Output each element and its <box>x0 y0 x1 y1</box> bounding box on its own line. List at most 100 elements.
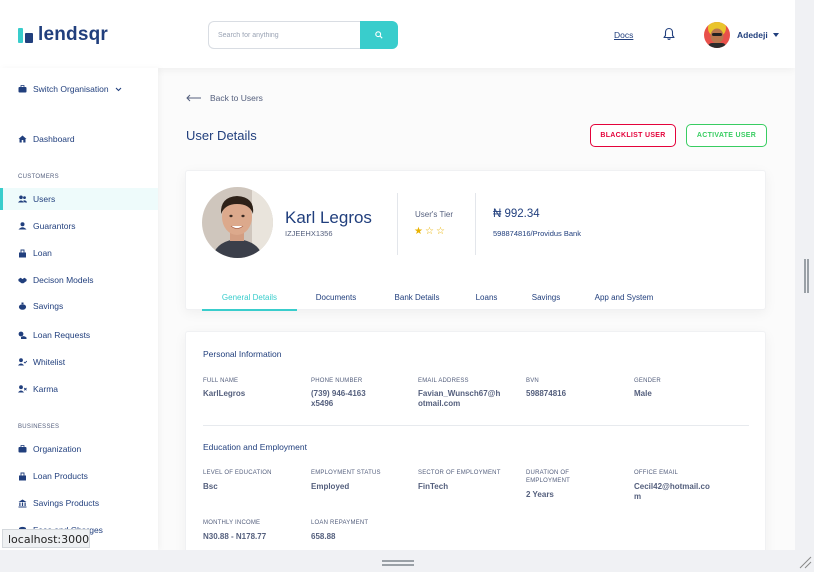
logo-mark-icon <box>18 27 33 43</box>
loan-products-icon <box>18 472 27 481</box>
tab-savings[interactable]: Savings <box>514 289 578 311</box>
sidebar-item-dashboard[interactable]: Dashboard <box>0 128 158 150</box>
user-profile-photo <box>202 187 273 258</box>
app-window: lendsqr Docs Adedeji Switch Organisation <box>0 0 795 550</box>
sidebar-item-label: Guarantors <box>33 221 76 231</box>
sidebar-item-guarantors[interactable]: Guarantors <box>0 215 158 237</box>
star-outline-icon: ☆ <box>435 226 447 237</box>
field-value-gender: Male <box>634 389 652 398</box>
field-label-bvn: BVN <box>526 378 539 384</box>
resize-grip-icon[interactable] <box>798 555 812 569</box>
brand-logo[interactable]: lendsqr <box>18 24 108 46</box>
sidebar-item-whitelist[interactable]: Whitelist <box>0 351 158 373</box>
sidebar-item-loan-requests[interactable]: Loan Requests <box>0 324 158 346</box>
browser-status-url: localhost:3000 <box>2 529 90 548</box>
tab-general-details[interactable]: General Details <box>202 289 297 311</box>
top-bar: lendsqr Docs Adedeji <box>0 0 795 68</box>
tab-loans[interactable]: Loans <box>459 289 514 311</box>
piggy-bank-icon <box>18 302 27 311</box>
sidebar-item-label: Loan Requests <box>33 330 91 340</box>
sidebar-item-loan[interactable]: Loan <box>0 242 158 264</box>
field-value-office-email: Cecil42@hotmail.co m <box>634 482 710 501</box>
user-check-icon <box>18 358 27 367</box>
field-label-phone: PHONE NUMBER <box>311 378 363 384</box>
notification-button[interactable] <box>662 27 676 41</box>
switch-organisation-label: Switch Organisation <box>33 84 109 94</box>
blacklist-user-button[interactable]: BLACKLIST USER <box>590 124 676 147</box>
bell-icon <box>663 27 675 40</box>
field-label-office-email: OFFICE EMAIL <box>634 470 679 476</box>
section-divider <box>203 425 749 426</box>
search-button[interactable] <box>360 21 398 49</box>
sidebar-item-organization[interactable]: Organization <box>0 438 158 460</box>
activate-user-button[interactable]: ACTIVATE USER <box>686 124 767 147</box>
sidebar-item-label: Savings Products <box>33 498 100 508</box>
section-title-personal: Personal Information <box>203 349 282 359</box>
star-outline-icon: ☆ <box>424 226 436 237</box>
user-tier-label: User's Tier <box>415 210 453 219</box>
briefcase-icon <box>18 85 27 94</box>
field-value-sector: FinTech <box>418 482 449 491</box>
account-balance: ₦ 992.34 <box>493 208 540 220</box>
back-label: Back to Users <box>210 93 263 103</box>
docs-link[interactable]: Docs <box>614 30 633 40</box>
divider <box>475 193 476 255</box>
brand-name: lendsqr <box>38 24 109 45</box>
arrow-left-icon <box>186 94 201 102</box>
field-label-education: LEVEL OF EDUCATION <box>203 470 272 476</box>
field-value-phone: (739) 946-4163 x5496 <box>311 389 366 408</box>
field-value-email: Favian_Wunsch67@h otmail.com <box>418 389 501 408</box>
search-icon <box>375 31 383 39</box>
field-label-email: EMAIL ADDRESS <box>418 378 469 384</box>
tab-bank-details[interactable]: Bank Details <box>375 289 459 311</box>
page-title: User Details <box>186 128 257 143</box>
user-id: IZJEEHX1356 <box>285 229 333 238</box>
user-times-icon <box>18 385 27 394</box>
bank-icon <box>18 499 27 508</box>
user-summary-card: Karl Legros IZJEEHX1356 User's Tier ★☆☆ … <box>185 170 766 311</box>
avatar <box>704 22 730 48</box>
sidebar-item-savings-products[interactable]: Savings Products <box>0 492 158 514</box>
field-value-duration: 2 Years <box>526 490 554 499</box>
user-name: Adedeji <box>737 30 768 40</box>
field-label-employment-status: EMPLOYMENT STATUS <box>311 470 381 476</box>
sidebar-item-label: Loan Products <box>33 471 88 481</box>
section-title-education: Education and Employment <box>203 442 307 452</box>
sidebar-item-karma[interactable]: Karma <box>0 378 158 400</box>
section-businesses: BUSINESSES <box>18 424 60 430</box>
field-value-loan-repayment: 658.88 <box>311 532 336 541</box>
sidebar-item-users[interactable]: Users <box>0 188 158 210</box>
field-label-duration: DURATION OF EMPLOYMENT <box>526 470 571 484</box>
panel-resize-handle[interactable] <box>804 259 809 293</box>
search-bar <box>208 21 398 49</box>
search-input[interactable] <box>208 21 360 49</box>
sidebar-item-decison-models[interactable]: Decison Models <box>0 269 158 291</box>
sidebar-item-label: Savings <box>33 301 64 311</box>
user-menu[interactable]: Adedeji <box>704 22 779 48</box>
sidebar-item-label: Loan <box>33 248 52 258</box>
bottom-resize-handle[interactable] <box>382 560 414 566</box>
bank-account: 598874816/Providus Bank <box>493 229 581 238</box>
detail-tabs: General Details Documents Bank Details L… <box>202 289 670 311</box>
guarantors-icon <box>18 222 27 231</box>
sidebar-item-label: Decison Models <box>33 275 94 285</box>
user-details-card: Personal Information FULL NAME KarlLegro… <box>185 331 766 550</box>
handshake-icon <box>18 276 27 285</box>
sidebar-item-label: Whitelist <box>33 357 66 367</box>
sidebar-item-loan-products[interactable]: Loan Products <box>0 465 158 487</box>
tab-documents[interactable]: Documents <box>297 289 375 311</box>
sidebar-item-label: Dashboard <box>33 134 75 144</box>
sidebar: Switch Organisation Dashboard CUSTOMERS … <box>0 68 158 550</box>
tab-app-and-system[interactable]: App and System <box>578 289 670 311</box>
field-label-sector: SECTOR OF EMPLOYMENT <box>418 470 501 476</box>
switch-organisation[interactable]: Switch Organisation <box>0 78 158 100</box>
field-value-monthly-income: N30.88 - N178.77 <box>203 532 267 541</box>
field-value-employment-status: Employed <box>311 482 350 491</box>
divider <box>397 193 398 255</box>
sidebar-item-savings[interactable]: Savings <box>0 295 158 317</box>
loan-request-icon <box>18 331 27 340</box>
caret-down-icon <box>772 33 779 37</box>
star-rating: ★☆☆ <box>414 226 447 237</box>
field-label-loan-repayment: LOAN REPAYMENT <box>311 520 369 526</box>
back-to-users-link[interactable]: Back to Users <box>186 93 263 103</box>
